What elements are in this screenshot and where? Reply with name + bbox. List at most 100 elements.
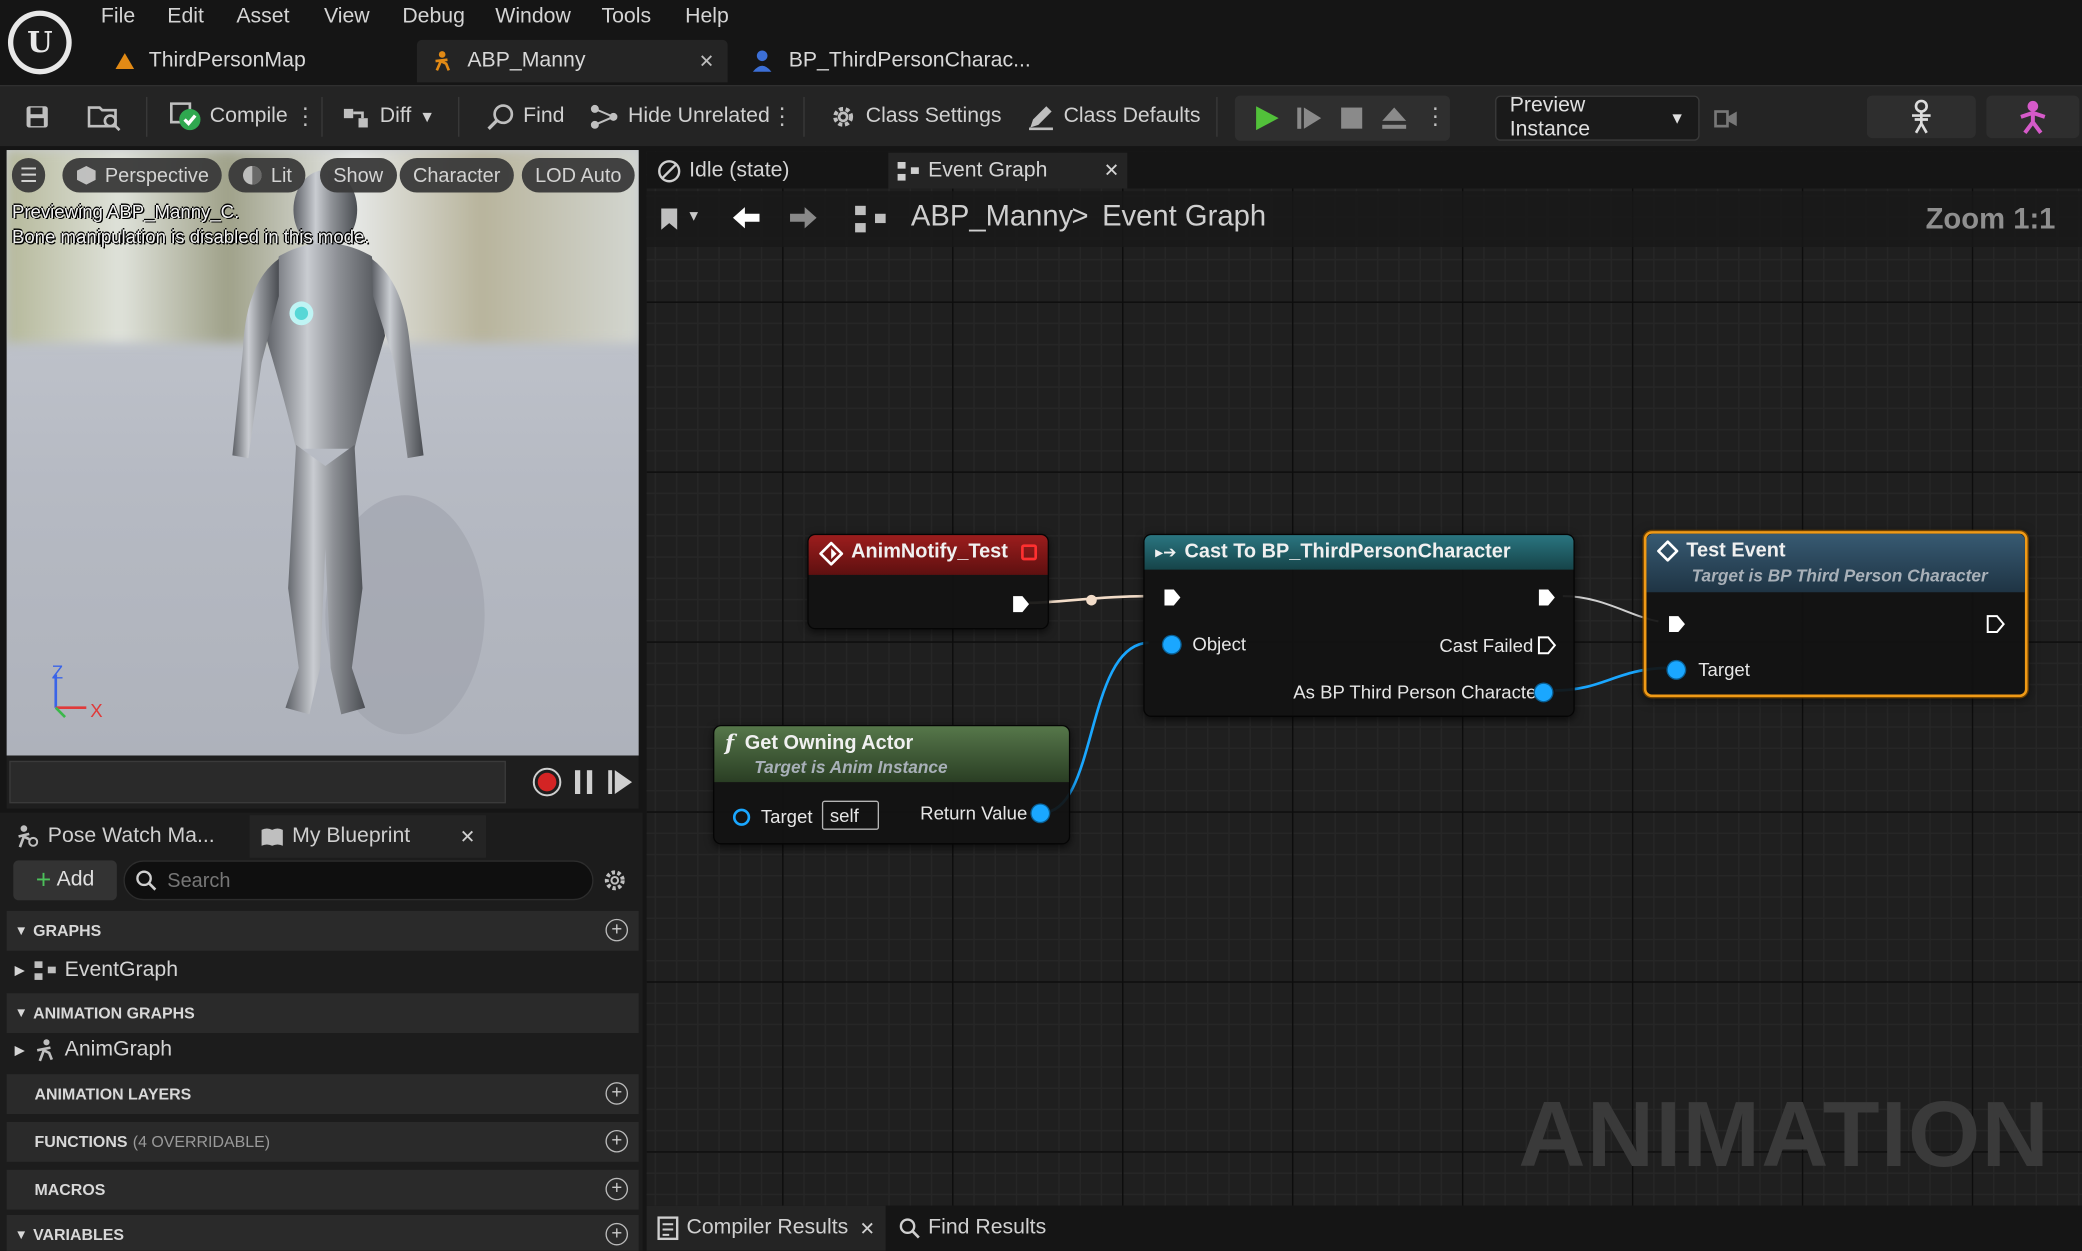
stop-icon[interactable]	[1341, 107, 1363, 129]
exec-out-pin[interactable]	[1012, 595, 1031, 614]
diff-button[interactable]: Diff ▼	[343, 86, 435, 147]
section-animation-graphs[interactable]: ▼ ANIMATION GRAPHS	[6, 993, 639, 1034]
unreal-logo-icon[interactable]: U	[7, 10, 72, 75]
item-label: AnimGraph	[64, 1038, 173, 1061]
exec-in-pin[interactable]	[1163, 588, 1182, 607]
add-function-icon[interactable]: +	[605, 1130, 629, 1153]
close-icon[interactable]: ✕	[859, 1217, 875, 1240]
preview-viewport[interactable]: Z X ☰ Perspective Lit Show Character LOD…	[6, 150, 639, 756]
section-variables[interactable]: ▼ VARIABLES +	[6, 1214, 639, 1251]
node-test-event[interactable]: Test Event Target is BP Third Person Cha…	[1643, 531, 2028, 698]
play-options-icon[interactable]: · · ·	[1431, 96, 1439, 136]
timeline-scrubber[interactable]	[9, 760, 506, 804]
preview-instance-label: Preview Instance	[1509, 94, 1591, 141]
play-icon[interactable]	[1253, 105, 1280, 132]
animation-mode-button[interactable]	[1986, 95, 2080, 139]
exec-out-pin[interactable]	[1986, 615, 2005, 634]
menu-asset[interactable]: Asset	[236, 5, 289, 29]
return-value-output-pin[interactable]	[1031, 804, 1049, 822]
doc-tab-abp-manny[interactable]: ABP_Manny ✕	[416, 39, 728, 83]
lod-label: LOD Auto	[535, 163, 622, 187]
close-icon[interactable]: ✕	[699, 50, 715, 73]
add-label: Add	[56, 868, 95, 891]
menu-window[interactable]: Window	[495, 5, 571, 29]
add-layer-icon[interactable]: +	[605, 1082, 629, 1105]
doc-tab-bp-thirdpersoncharacter[interactable]: BP_ThirdPersonCharac...	[738, 40, 1057, 82]
character-button[interactable]: Character	[399, 158, 514, 193]
eject-icon[interactable]	[1381, 106, 1408, 130]
section-label: VARIABLES	[33, 1225, 124, 1245]
browse-button[interactable]	[87, 86, 123, 147]
character-label: Character	[412, 163, 501, 187]
find-button[interactable]: Find	[486, 86, 564, 147]
add-graph-icon[interactable]: +	[605, 919, 629, 942]
perspective-button[interactable]: Perspective	[62, 158, 223, 193]
section-graphs[interactable]: ▼ GRAPHS +	[6, 910, 639, 951]
save-button[interactable]	[24, 86, 51, 147]
menu-file[interactable]: File	[101, 5, 135, 29]
menu-debug[interactable]: Debug	[402, 5, 465, 29]
exec-in-pin[interactable]	[1668, 615, 1687, 634]
preview-instance-dropdown[interactable]: Preview Instance ▼	[1495, 94, 1700, 141]
target-input-pin[interactable]	[1667, 661, 1685, 679]
menu-tools[interactable]: Tools	[601, 5, 651, 29]
function-icon: f	[724, 730, 735, 756]
tab-my-blueprint[interactable]: My Blueprint ✕	[249, 815, 486, 858]
hide-unrelated-button[interactable]: Hide Unrelated	[588, 86, 770, 147]
cast-arrow-icon: ▸➔	[1155, 543, 1177, 562]
compile-button[interactable]: Compile	[169, 86, 288, 147]
as-bp-output-pin[interactable]	[1534, 683, 1553, 702]
tab-label: My Blueprint	[292, 824, 411, 848]
self-default-value[interactable]: self	[821, 800, 880, 830]
show-label: Show	[333, 163, 384, 187]
class-defaults-button[interactable]: Class Defaults	[1026, 86, 1201, 147]
lit-button[interactable]: Lit	[228, 158, 306, 193]
menu-bar: U File Edit Asset View Debug Window Tool…	[0, 0, 2082, 85]
exec-out-pin[interactable]	[1538, 588, 1557, 607]
add-button[interactable]: + Add	[13, 860, 117, 901]
chevron-down-icon: ▼	[14, 923, 28, 939]
list-item-animgraph[interactable]: ▶ AnimGraph	[7, 1030, 639, 1070]
menu-view[interactable]: View	[324, 5, 370, 29]
tab-find-results[interactable]: Find Results	[888, 1206, 1061, 1251]
compile-options-icon[interactable]: · · ·	[301, 96, 309, 136]
menu-edit[interactable]: Edit	[167, 5, 204, 29]
step-forward-icon[interactable]	[608, 770, 633, 795]
event-graph-canvas[interactable]: Idle (state) Event Graph ✕ ▼ ABP_Manny >…	[646, 151, 2082, 1206]
class-settings-button[interactable]: Class Settings	[829, 86, 1002, 147]
skeleton-mode-button[interactable]	[1866, 95, 1976, 139]
pause-icon[interactable]	[574, 770, 594, 795]
tab-compiler-results[interactable]: Compiler Results ✕	[646, 1205, 886, 1251]
tab-pose-watch[interactable]: Pose Watch Ma...	[5, 815, 244, 857]
object-input-pin[interactable]	[1163, 636, 1181, 654]
debug-object-icon[interactable]	[1713, 105, 1740, 132]
section-functions[interactable]: FUNCTIONS (4 OVERRIDABLE) +	[6, 1121, 639, 1162]
add-macro-icon[interactable]: +	[605, 1178, 629, 1201]
cast-failed-exec-pin[interactable]	[1537, 636, 1557, 655]
step-icon[interactable]	[1296, 106, 1323, 130]
menu-help[interactable]: Help	[685, 5, 729, 29]
doc-tab-thirdpersonmap[interactable]: ThirdPersonMap	[101, 40, 406, 82]
node-get-owning-actor[interactable]: f Get Owning Actor Target is Anim Instan…	[713, 724, 1071, 845]
close-icon[interactable]: ✕	[460, 825, 476, 848]
settings-gear-icon[interactable]	[603, 868, 627, 892]
node-cast-to-bp-thirdpersoncharacter[interactable]: ▸➔ Cast To BP_ThirdPersonCharacter Objec…	[1143, 533, 1575, 718]
tab-label: Pose Watch Ma...	[47, 824, 215, 848]
axis-x-label: X	[90, 700, 102, 721]
functions-overridable-count: (4 OVERRIDABLE)	[132, 1132, 271, 1152]
record-icon[interactable]	[532, 767, 562, 797]
list-item-eventgraph[interactable]: ▶ EventGraph	[7, 951, 639, 991]
show-button[interactable]: Show	[319, 158, 397, 193]
search-input[interactable]: Search	[123, 860, 594, 901]
graph-options-icon[interactable]: · · ·	[778, 96, 786, 136]
target-input-pin[interactable]	[732, 808, 751, 826]
delegate-pin-icon[interactable]	[1021, 544, 1038, 561]
unreal-editor-window: U File Edit Asset View Debug Window Tool…	[0, 0, 2082, 1251]
lod-button[interactable]: LOD Auto	[521, 158, 635, 193]
add-variable-icon[interactable]: +	[605, 1222, 629, 1246]
chevron-down-icon: ▼	[1669, 108, 1685, 128]
section-macros[interactable]: MACROS +	[6, 1169, 639, 1210]
section-animation-layers[interactable]: ANIMATION LAYERS +	[6, 1074, 639, 1115]
node-animnotify-test[interactable]: AnimNotify_Test	[807, 533, 1049, 630]
node-subtitle: Target is Anim Instance	[754, 756, 948, 777]
